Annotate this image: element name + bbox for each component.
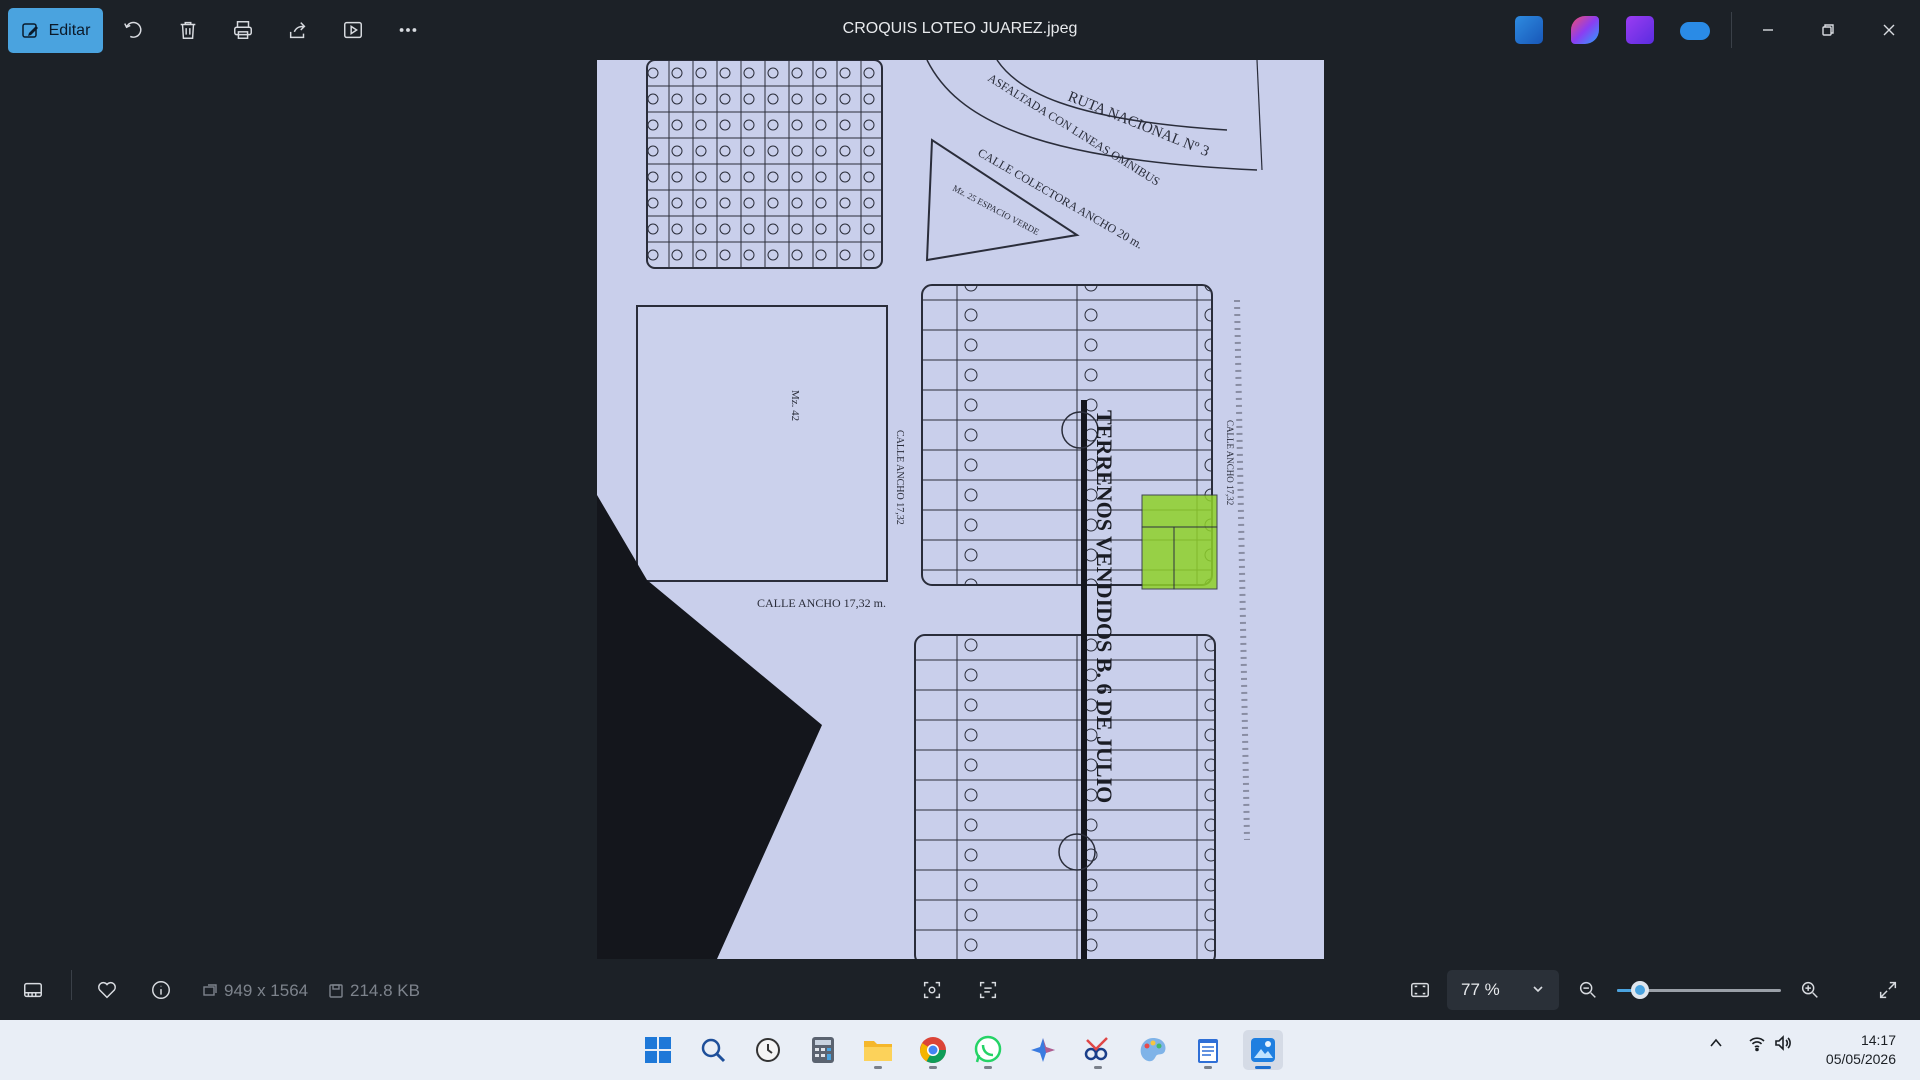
movie-maker-icon[interactable] (1626, 16, 1654, 44)
taskbar-calculator[interactable] (803, 1030, 843, 1070)
taskbar-file-explorer[interactable] (858, 1030, 898, 1070)
snipping-tool-icon (1084, 1037, 1108, 1061)
taskbar-copilot[interactable] (1023, 1030, 1063, 1070)
windows-start-icon (645, 1037, 671, 1063)
plat-map-image: RUTA NACIONAL Nº 3 ASFALTADA CON LINEAS … (597, 60, 1324, 959)
zoom-slider-thumb[interactable] (1630, 981, 1649, 999)
taskbar-whatsapp[interactable] (968, 1030, 1008, 1070)
scan-text-button[interactable] (973, 975, 1003, 1005)
save-disk-icon (329, 984, 343, 998)
sold-lots-stamp: TERRENOS VENDIDOS B. 6 DE JULIO (1092, 410, 1117, 803)
whatsapp-icon (974, 1035, 1002, 1063)
notepad-icon (1198, 1039, 1218, 1063)
dimensions-value: 949 x 1564 (224, 981, 309, 1000)
favorite-button[interactable] (92, 975, 122, 1005)
fit-window-icon (1411, 982, 1429, 998)
taskbar-clock[interactable]: 14:17 05/05/2026 (1826, 1031, 1896, 1069)
restore-button[interactable] (1808, 14, 1848, 46)
photos-icon (1251, 1038, 1275, 1062)
title-bar: Editar CROQUIS LOTEO JUAREZ.jpeg (0, 0, 1920, 60)
image-dimensions: 949 x 1564 (202, 981, 308, 1001)
clipchamp-icon[interactable] (1571, 16, 1599, 44)
minimize-button[interactable] (1748, 14, 1788, 46)
search-icon (701, 1038, 726, 1063)
status-bar: 949 x 1564 214.8 KB 77 % (0, 965, 1920, 1015)
onedrive-icon[interactable] (1680, 22, 1710, 40)
running-indicator (984, 1066, 992, 1069)
calculator-icon (812, 1037, 834, 1063)
chevron-up-icon (1710, 1038, 1722, 1047)
minimize-icon (1763, 29, 1773, 31)
dimensions-icon (203, 984, 217, 996)
heart-icon (98, 981, 116, 999)
scan-text-icon (979, 981, 997, 999)
tray-overflow-button[interactable] (1707, 1034, 1725, 1052)
filmstrip-button[interactable] (18, 975, 48, 1005)
tray-network-volume[interactable] (1748, 1034, 1792, 1052)
title-separator (1731, 12, 1732, 48)
zoom-out-icon (1579, 981, 1596, 998)
visual-search-icon (923, 981, 941, 999)
running-indicator (1255, 1066, 1271, 1069)
info-icon (152, 981, 170, 999)
running-indicator (929, 1066, 937, 1069)
middle-street-label: CALLE ANCHO 17,32 (894, 430, 905, 525)
taskbar-chrome[interactable] (913, 1030, 953, 1070)
clock-app-icon (756, 1038, 780, 1062)
clock-date: 05/05/2026 (1825, 1051, 1896, 1067)
clock-time: 14:17 (1860, 1032, 1896, 1048)
close-button[interactable] (1869, 14, 1909, 46)
taskbar-photos[interactable] (1243, 1030, 1283, 1070)
block-42-label: Mz. 42 (789, 390, 801, 421)
file-size: 214.8 KB (328, 981, 420, 1001)
visual-search-button[interactable] (917, 975, 947, 1005)
taskbar-start[interactable] (638, 1030, 678, 1070)
volume-icon (1775, 1035, 1791, 1051)
paint-icon (1140, 1038, 1166, 1062)
right-street-label: CALLE ANCHO 17,32 (1225, 420, 1235, 505)
close-icon (1883, 24, 1895, 36)
taskbar-snipping-tool[interactable] (1078, 1030, 1118, 1070)
full-screen-button[interactable] (1873, 975, 1903, 1005)
zoom-level-value: 77 % (1461, 980, 1500, 999)
photos-editor-icon[interactable] (1515, 16, 1543, 44)
running-indicator (1204, 1066, 1212, 1069)
running-indicator (874, 1066, 882, 1069)
filmstrip-icon (24, 982, 42, 998)
expand-icon (1879, 981, 1897, 999)
zoom-in-button[interactable] (1795, 975, 1825, 1005)
chrome-icon (919, 1037, 947, 1064)
running-indicator (1094, 1066, 1102, 1069)
zoom-slider[interactable] (1617, 981, 1781, 999)
taskbar (0, 1020, 1920, 1080)
restore-icon (1822, 24, 1834, 36)
taskbar-clock-app[interactable] (748, 1030, 788, 1070)
zoom-out-button[interactable] (1573, 975, 1603, 1005)
taskbar-search[interactable] (693, 1030, 733, 1070)
zoom-level-dropdown[interactable]: 77 % (1447, 970, 1559, 1010)
status-separator (71, 970, 72, 1000)
fit-to-window-button[interactable] (1405, 975, 1435, 1005)
file-explorer-icon (864, 1041, 892, 1061)
image-canvas[interactable]: RUTA NACIONAL Nº 3 ASFALTADA CON LINEAS … (597, 60, 1324, 959)
copilot-icon (1031, 1038, 1055, 1062)
file-info-button[interactable] (146, 975, 176, 1005)
zoom-in-icon (1801, 981, 1818, 998)
chevron-down-icon (1533, 986, 1543, 993)
file-size-value: 214.8 KB (350, 981, 420, 1000)
taskbar-notepad[interactable] (1188, 1030, 1228, 1070)
wifi-icon (1749, 1037, 1765, 1052)
bottom-street-label: CALLE ANCHO 17,32 m. (757, 596, 886, 610)
taskbar-paint[interactable] (1133, 1030, 1173, 1070)
